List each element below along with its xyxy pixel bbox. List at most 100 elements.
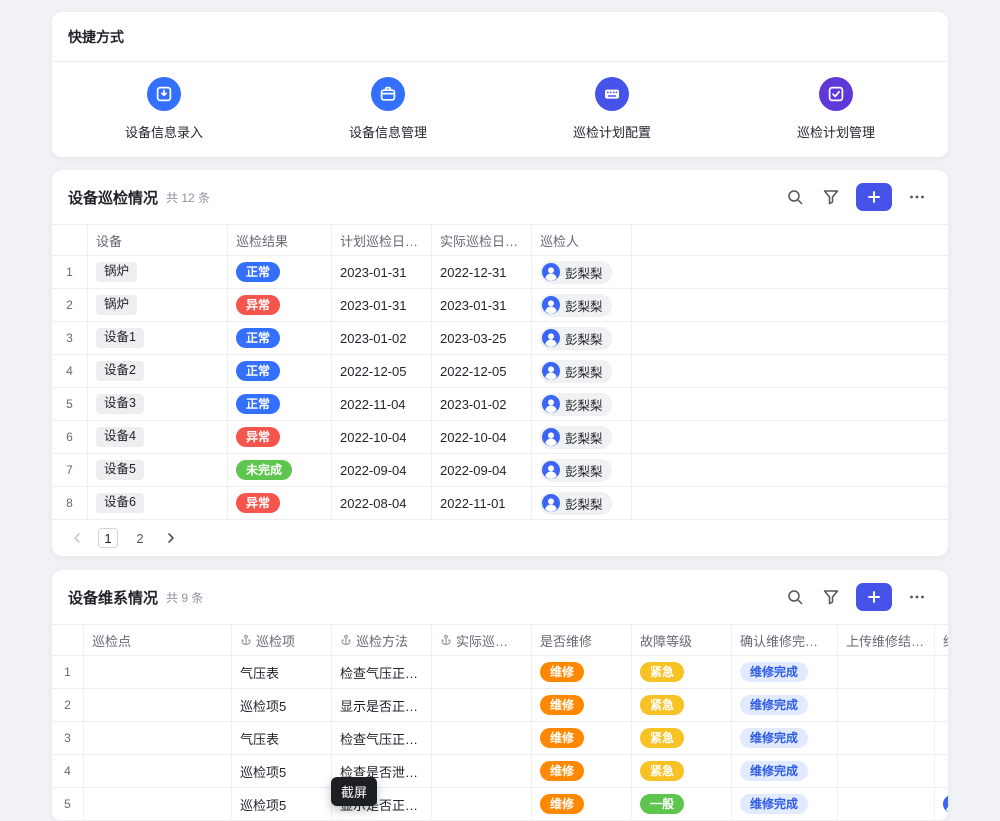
plan-date-cell[interactable]: 2022-09-04 bbox=[332, 454, 432, 486]
actual-cell[interactable] bbox=[432, 755, 532, 787]
inspector-cell[interactable]: 彭梨梨 bbox=[532, 256, 632, 288]
add-record-button[interactable] bbox=[856, 583, 892, 611]
shortcut-item-1[interactable]: 设备信息管理 bbox=[276, 77, 500, 141]
column-header[interactable]: 计划巡检日… bbox=[332, 225, 432, 255]
upload-cell[interactable] bbox=[838, 722, 935, 754]
filter-button[interactable] bbox=[816, 183, 846, 211]
point-cell[interactable] bbox=[84, 722, 232, 754]
level-cell[interactable]: 紧急 bbox=[632, 722, 732, 754]
device-cell[interactable]: 设备4 bbox=[88, 421, 228, 453]
filter-button[interactable] bbox=[816, 583, 846, 611]
search-button[interactable] bbox=[780, 183, 810, 211]
column-header[interactable]: 实际巡检日… bbox=[432, 225, 532, 255]
result-cell[interactable]: 异常 bbox=[228, 421, 332, 453]
more-button[interactable] bbox=[902, 183, 932, 211]
plan-date-cell[interactable]: 2022-10-04 bbox=[332, 421, 432, 453]
plan-date-cell[interactable]: 2022-08-04 bbox=[332, 487, 432, 519]
repair-person-cell[interactable] bbox=[935, 788, 948, 820]
result-cell[interactable]: 未完成 bbox=[228, 454, 332, 486]
plan-date-cell[interactable]: 2022-11-04 bbox=[332, 388, 432, 420]
column-header[interactable]: 巡检人 bbox=[532, 225, 632, 255]
repair-cell[interactable]: 维修 bbox=[532, 722, 632, 754]
pager-next-button[interactable] bbox=[164, 531, 178, 545]
shortcut-item-3[interactable]: 巡检计划管理 bbox=[724, 77, 948, 141]
shortcut-item-2[interactable]: 巡检计划配置 bbox=[500, 77, 724, 141]
add-record-button[interactable] bbox=[856, 183, 892, 211]
method-cell[interactable]: 检查气压正… bbox=[332, 722, 432, 754]
pager-page-1[interactable]: 1 bbox=[98, 528, 118, 548]
repair-cell[interactable]: 维修 bbox=[532, 689, 632, 721]
device-cell[interactable]: 设备2 bbox=[88, 355, 228, 387]
inspector-cell[interactable]: 彭梨梨 bbox=[532, 289, 632, 321]
device-cell[interactable]: 设备1 bbox=[88, 322, 228, 354]
level-cell[interactable]: 紧急 bbox=[632, 755, 732, 787]
repair-person-cell[interactable] bbox=[935, 722, 948, 754]
shortcut-item-0[interactable]: 设备信息录入 bbox=[52, 77, 276, 141]
actual-date-cell[interactable]: 2022-09-04 bbox=[432, 454, 532, 486]
device-cell[interactable]: 设备3 bbox=[88, 388, 228, 420]
actual-date-cell[interactable]: 2022-12-05 bbox=[432, 355, 532, 387]
point-cell[interactable] bbox=[84, 755, 232, 787]
confirm-cell[interactable]: 维修完成 bbox=[732, 788, 838, 820]
result-cell[interactable]: 正常 bbox=[228, 355, 332, 387]
result-cell[interactable]: 正常 bbox=[228, 256, 332, 288]
actual-date-cell[interactable]: 2022-12-31 bbox=[432, 256, 532, 288]
method-cell[interactable]: 检查气压正… bbox=[332, 656, 432, 688]
repair-cell[interactable]: 维修 bbox=[532, 656, 632, 688]
result-cell[interactable]: 异常 bbox=[228, 289, 332, 321]
column-header[interactable]: 维… bbox=[935, 625, 948, 655]
device-cell[interactable]: 设备6 bbox=[88, 487, 228, 519]
inspector-cell[interactable]: 彭梨梨 bbox=[532, 487, 632, 519]
plan-date-cell[interactable]: 2023-01-31 bbox=[332, 289, 432, 321]
column-header[interactable]: 确认维修完… bbox=[732, 625, 838, 655]
column-header[interactable]: 上传维修结… bbox=[838, 625, 935, 655]
result-cell[interactable]: 正常 bbox=[228, 322, 332, 354]
actual-cell[interactable] bbox=[432, 722, 532, 754]
upload-cell[interactable] bbox=[838, 755, 935, 787]
search-button[interactable] bbox=[780, 583, 810, 611]
repair-cell[interactable]: 维修 bbox=[532, 755, 632, 787]
confirm-cell[interactable]: 维修完成 bbox=[732, 755, 838, 787]
actual-date-cell[interactable]: 2023-03-25 bbox=[432, 322, 532, 354]
column-header[interactable]: 巡检方法 bbox=[332, 625, 432, 655]
actual-date-cell[interactable]: 2023-01-31 bbox=[432, 289, 532, 321]
upload-cell[interactable] bbox=[838, 689, 935, 721]
repair-person-cell[interactable] bbox=[935, 755, 948, 787]
result-cell[interactable]: 异常 bbox=[228, 487, 332, 519]
column-header[interactable]: 巡检点 bbox=[84, 625, 232, 655]
device-cell[interactable]: 设备5 bbox=[88, 454, 228, 486]
actual-cell[interactable] bbox=[432, 656, 532, 688]
confirm-cell[interactable]: 维修完成 bbox=[732, 656, 838, 688]
actual-date-cell[interactable]: 2022-11-01 bbox=[432, 487, 532, 519]
inspector-cell[interactable]: 彭梨梨 bbox=[532, 355, 632, 387]
level-cell[interactable]: 紧急 bbox=[632, 656, 732, 688]
plan-date-cell[interactable]: 2022-12-05 bbox=[332, 355, 432, 387]
column-header[interactable]: 设备 bbox=[88, 225, 228, 255]
result-cell[interactable]: 正常 bbox=[228, 388, 332, 420]
actual-cell[interactable] bbox=[432, 689, 532, 721]
upload-cell[interactable] bbox=[838, 656, 935, 688]
method-cell[interactable]: 显示是否正… bbox=[332, 689, 432, 721]
item-cell[interactable]: 巡检项5 bbox=[232, 689, 332, 721]
inspector-cell[interactable]: 彭梨梨 bbox=[532, 454, 632, 486]
actual-cell[interactable] bbox=[432, 788, 532, 820]
column-header[interactable]: 是否维修 bbox=[532, 625, 632, 655]
plan-date-cell[interactable]: 2023-01-02 bbox=[332, 322, 432, 354]
item-cell[interactable]: 气压表 bbox=[232, 656, 332, 688]
column-header[interactable]: 巡检项 bbox=[232, 625, 332, 655]
point-cell[interactable] bbox=[84, 788, 232, 820]
repair-person-cell[interactable] bbox=[935, 689, 948, 721]
column-header[interactable]: 实际巡… bbox=[432, 625, 532, 655]
level-cell[interactable]: 紧急 bbox=[632, 689, 732, 721]
repair-cell[interactable]: 维修 bbox=[532, 788, 632, 820]
confirm-cell[interactable]: 维修完成 bbox=[732, 689, 838, 721]
device-cell[interactable]: 锅炉 bbox=[88, 289, 228, 321]
item-cell[interactable]: 巡检项5 bbox=[232, 755, 332, 787]
column-header[interactable]: 巡检结果 bbox=[228, 225, 332, 255]
more-button[interactable] bbox=[902, 583, 932, 611]
pager-prev-button[interactable] bbox=[70, 531, 84, 545]
plan-date-cell[interactable]: 2023-01-31 bbox=[332, 256, 432, 288]
device-cell[interactable]: 锅炉 bbox=[88, 256, 228, 288]
column-header[interactable]: 故障等级 bbox=[632, 625, 732, 655]
inspector-cell[interactable]: 彭梨梨 bbox=[532, 322, 632, 354]
